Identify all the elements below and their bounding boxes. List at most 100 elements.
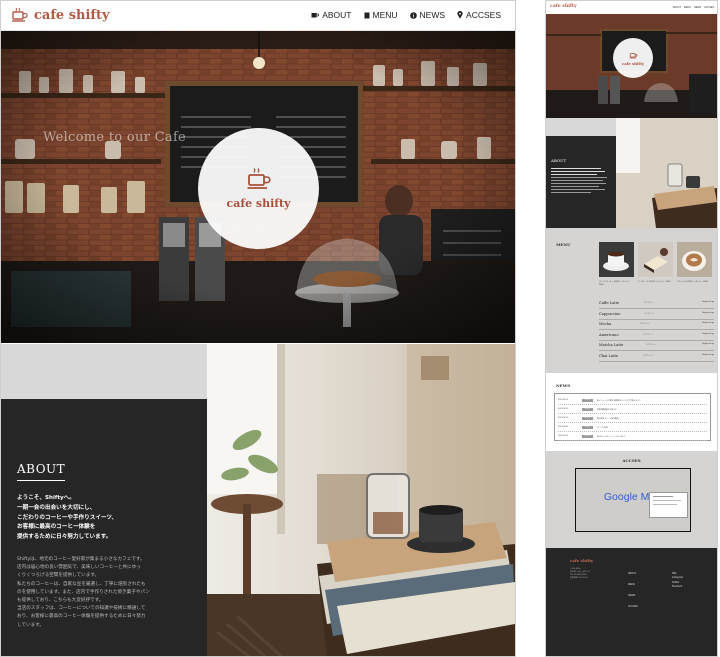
preview-news-heading: NEWS xyxy=(556,383,571,388)
menu-item-price: Regular Large xyxy=(702,332,714,335)
menu-thumb-coffee[interactable] xyxy=(599,242,634,277)
menu-item-price: Regular Large xyxy=(702,353,714,356)
news-item[interactable]: 2023.05.01 お知らせ 新メニューのご案内 季節限定ドリンクが登場しまし… xyxy=(558,396,707,405)
coffee-photo xyxy=(599,242,634,277)
news-date: 2023.04.20 xyxy=(558,408,569,410)
menu-row: Cappuccino エスプレッソ Regular Large xyxy=(599,310,714,320)
news-tag: お知らせ xyxy=(582,434,593,438)
news-item[interactable]: 2023.04.10 お知らせ 春の限定スイーツ販売開始 xyxy=(558,414,707,423)
footer-nav: ABOUT MENU NEWS ACCSES xyxy=(628,572,638,608)
news-item[interactable]: 2023.03.25 お知らせ Webサイトをリニューアルしました xyxy=(558,432,707,441)
menu-thumb-latte[interactable] xyxy=(677,242,712,277)
news-text: Webサイトをリニューアルしました xyxy=(597,435,627,438)
preview-access-section: ACCSES Google Map xyxy=(546,451,717,548)
menu-item-name: Caffe Latte xyxy=(599,301,620,305)
preview-menu-heading: MENU xyxy=(556,242,571,247)
cake-photo xyxy=(638,242,673,277)
news-item[interactable]: 2023.04.01 お知らせ オープン記念 xyxy=(558,423,707,432)
nav-about[interactable]: ABOUT xyxy=(311,10,352,20)
preview-nav-access[interactable]: ACCSES xyxy=(704,6,714,9)
preview-about-section: ABOUT xyxy=(546,118,717,228)
nav-access-label: ACCSES xyxy=(466,10,501,20)
preview-footer: cafe shifty 〒000-0000 東京都○○区○○町1-2-3 TEL… xyxy=(546,548,717,656)
nav-menu[interactable]: MENU xyxy=(364,10,398,20)
full-page-preview: cafe shifty ABOUT MENU NEWS ACCSES cafe … xyxy=(545,0,718,657)
about-photo xyxy=(207,344,515,656)
menu-item-desc: エスプレッソ xyxy=(643,302,654,304)
hero-welcome-text: Welcome to our Cafe xyxy=(43,130,187,145)
preview-header: cafe shifty ABOUT MENU NEWS ACCSES xyxy=(546,1,717,14)
about-body-text: Shiftyは、地元のコーヒー愛好家が集まる小さなカフェです。 店内は居心地の良… xyxy=(17,557,150,628)
preview-cafe-table-photo xyxy=(616,118,717,228)
menu-item-name: Matcha Latte xyxy=(599,343,624,347)
menu-item-desc: エスプレッソ xyxy=(643,333,654,336)
news-date: 2023.03.25 xyxy=(558,435,569,437)
menu-row: Americano エスプレッソ Regular Large xyxy=(599,331,714,341)
news-date: 2023.05.01 xyxy=(558,399,569,401)
preview-menu-section: MENU ブレンドコーヒー 400円 / レギュラー ¥400 チーズケーキ 5… xyxy=(546,228,717,373)
preview-nav: ABOUT MENU NEWS ACCSES xyxy=(673,6,714,9)
news-text: 新メニューのご案内 季節限定ドリンクが登場しました xyxy=(597,399,641,402)
news-text: 春の限定スイーツ販売開始 xyxy=(597,417,619,420)
preview-brand-name[interactable]: cafe shifty xyxy=(550,4,577,9)
menu-item-price: Regular Large xyxy=(702,311,714,314)
menu-thumb-caption: カフェラテ 500円 / レギュラー ¥500 xyxy=(677,281,708,283)
preview-hero-brand: cafe shifty xyxy=(621,60,645,66)
news-date: 2023.04.01 xyxy=(558,426,569,428)
hero-brand-name: cafe shifty xyxy=(226,197,291,210)
preview-menu-captions: ブレンドコーヒー 400円 / レギュラー ¥400 チーズケーキ 550円 /… xyxy=(599,281,712,286)
news-tag: お知らせ xyxy=(582,407,593,411)
desktop-page-view: cafe shifty ABOUT MENU NEWS ACCSES Welco… xyxy=(0,0,516,657)
preview-access-heading: ACCSES xyxy=(622,458,641,463)
map-info-card xyxy=(649,492,688,518)
site-logo[interactable]: cafe shifty xyxy=(11,7,110,23)
menu-thumb-cake[interactable] xyxy=(638,242,673,277)
coffee-cup-icon xyxy=(247,168,271,189)
footer-sns-links[interactable]: SNS Instagram Twitter Facebook xyxy=(672,572,683,590)
about-lead-text: ようこそ、Shiftyへ。 一期一会の出会いを大切にし、 こだわりのコーヒーや手… xyxy=(17,495,118,541)
menu-item-price: Regular Large xyxy=(702,322,714,324)
menu-row: Mocha エスプレッソ Regular Large xyxy=(599,320,714,330)
menu-item-desc: エスプレッソ xyxy=(645,344,656,346)
about-heading-underline xyxy=(17,480,65,481)
menu-row: Chai Latte エスプレッソ Regular Large xyxy=(599,352,714,362)
footer-nav-menu[interactable]: MENU xyxy=(628,583,638,586)
footer-nav-access[interactable]: ACCSES xyxy=(628,605,638,608)
news-date: 2023.04.10 xyxy=(558,417,569,419)
menu-item-price: Regular Large xyxy=(702,301,714,303)
news-text: オープン記念 xyxy=(597,426,608,429)
map-pin-icon xyxy=(457,11,463,19)
footer-nav-about[interactable]: ABOUT xyxy=(628,572,638,575)
menu-item-name: Cappuccino xyxy=(599,311,621,316)
preview-about-text-lines xyxy=(551,168,609,195)
site-header: cafe shifty ABOUT MENU NEWS ACCSES xyxy=(1,1,515,31)
nav-about-label: ABOUT xyxy=(322,10,352,20)
news-text: 営業時間変更のお知らせ xyxy=(597,408,617,411)
preview-about-photo xyxy=(616,118,717,228)
footer-address: 〒000-0000 東京都○○区○○町1-2-3 TEL 00-0000-000… xyxy=(570,568,590,579)
latte-photo xyxy=(677,242,712,277)
preview-nav-menu[interactable]: MENU xyxy=(684,6,691,9)
menu-item-name: Mocha xyxy=(599,322,612,326)
footer-nav-news[interactable]: NEWS xyxy=(628,594,638,597)
info-circle-icon xyxy=(409,11,417,19)
news-tag: お知らせ xyxy=(582,398,593,402)
footer-brand-name[interactable]: cafe shifty xyxy=(570,558,593,563)
nav-news[interactable]: NEWS xyxy=(409,10,445,20)
menu-row: Matcha Latte エスプレッソ Regular Large xyxy=(599,341,714,351)
menu-item-desc: エスプレッソ xyxy=(644,312,655,315)
cafe-table-photo xyxy=(207,344,515,656)
nav-access[interactable]: ACCSES xyxy=(457,10,501,20)
preview-nav-about[interactable]: ABOUT xyxy=(673,6,681,9)
preview-about-heading: ABOUT xyxy=(551,158,567,163)
coffee-cup-icon xyxy=(311,12,320,17)
menu-item-name: Americano xyxy=(599,332,619,337)
preview-nav-news[interactable]: NEWS xyxy=(694,6,701,9)
preview-news-section: NEWS 2023.05.01 お知らせ 新メニューのご案内 季節限定ドリンクが… xyxy=(546,373,717,451)
hero-logo-circle: cafe shifty xyxy=(198,128,319,249)
preview-news-list: 2023.05.01 お知らせ 新メニューのご案内 季節限定ドリンクが登場しまし… xyxy=(554,393,711,441)
news-tag: お知らせ xyxy=(582,425,593,429)
preview-about-top-band xyxy=(546,118,616,136)
about-heading: ABOUT xyxy=(17,462,66,476)
news-item[interactable]: 2023.04.20 お知らせ 営業時間変更のお知らせ xyxy=(558,405,707,414)
